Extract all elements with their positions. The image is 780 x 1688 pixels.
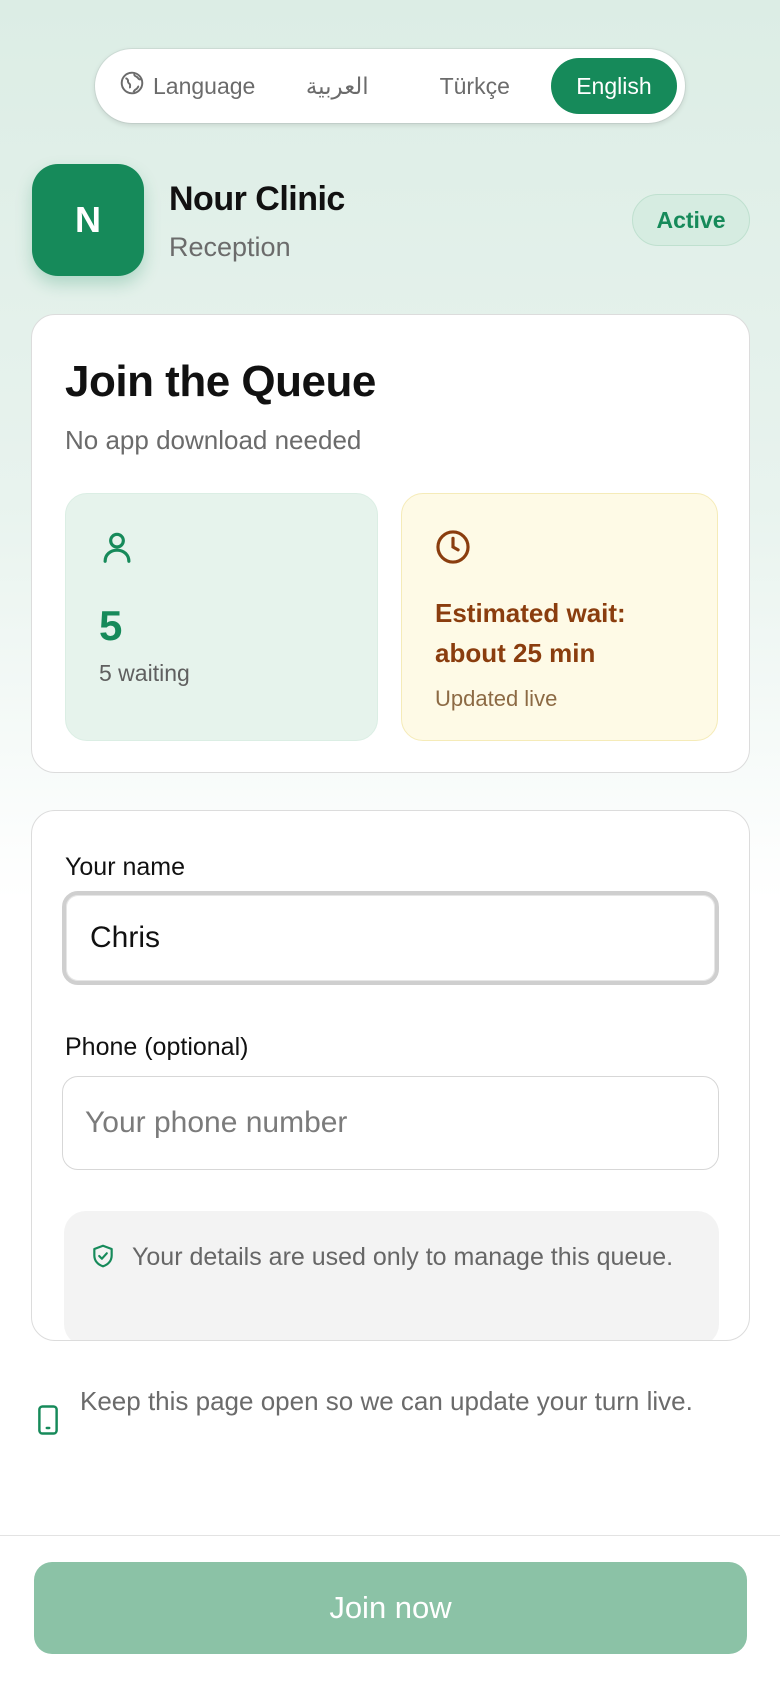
status-badge: Active — [632, 194, 750, 246]
globe-icon — [119, 70, 145, 102]
join-now-button[interactable]: Join now — [34, 1562, 747, 1654]
name-label: Your name — [65, 853, 185, 881]
join-form-card: Your name Phone (optional) Your details … — [31, 810, 750, 1341]
queue-info-card: Join the Queue No app download needed 5 … — [31, 314, 750, 773]
clinic-department: Reception — [169, 232, 291, 262]
phone-input[interactable] — [62, 1076, 719, 1170]
language-option-english[interactable]: English — [550, 58, 678, 114]
language-label: Language — [153, 72, 256, 99]
privacy-text: Your details are used only to manage thi… — [132, 1243, 674, 1271]
clinic-avatar: N — [32, 164, 144, 276]
bottom-divider — [0, 1535, 780, 1536]
waiting-count-tile: 5 5 waiting — [65, 493, 378, 741]
estimated-wait-value: about 25 min — [435, 638, 596, 668]
waiting-caption: 5 waiting — [99, 660, 190, 686]
phone-label: Phone (optional) — [65, 1033, 249, 1061]
estimated-wait-caption: Updated live — [435, 686, 558, 711]
language-option-turkish[interactable]: Türkçe — [413, 73, 537, 100]
language-label-group: Language — [119, 70, 272, 102]
estimated-wait-label: Estimated wait: — [435, 598, 626, 628]
language-switcher: Language العربية Türkçe English — [95, 49, 685, 123]
language-option-arabic[interactable]: العربية — [280, 73, 395, 100]
page-subtitle: No app download needed — [65, 425, 362, 455]
waiting-count: 5 — [99, 602, 123, 649]
name-input[interactable] — [62, 891, 719, 985]
estimated-wait-tile: Estimated wait: about 25 min Updated liv… — [401, 493, 718, 741]
privacy-note: Your details are used only to manage thi… — [64, 1211, 719, 1340]
clinic-name: Nour Clinic — [169, 180, 345, 218]
keep-open-text: Keep this page open so we can update you… — [80, 1386, 693, 1416]
page-title: Join the Queue — [65, 357, 376, 406]
